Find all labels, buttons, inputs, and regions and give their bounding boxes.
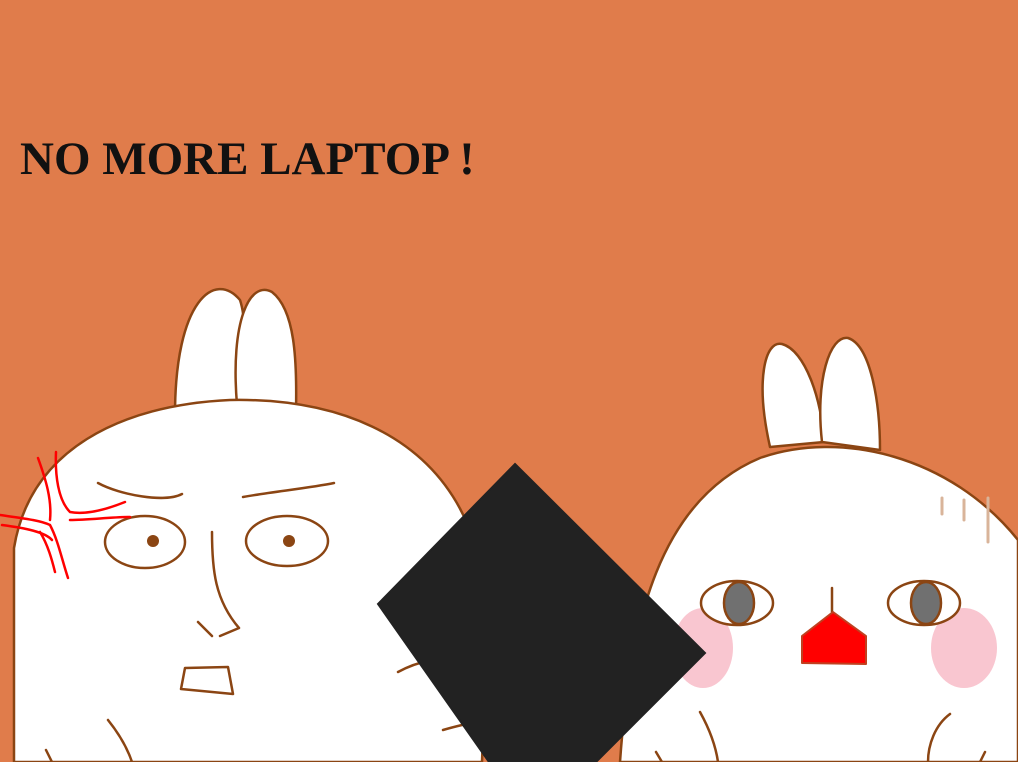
shocked-bunny-left-ear (761, 342, 826, 449)
comic-scene (0, 288, 1018, 762)
shocked-bunny-right-ear (818, 336, 882, 452)
angry-bunny-left-pupil (147, 535, 159, 547)
angry-bunny-right-pupil (283, 535, 295, 547)
shocked-bunny (618, 336, 1018, 762)
angry-bunny-left-ear (173, 288, 246, 417)
shocked-bunny-left-pupil (722, 580, 756, 626)
angry-bunny (12, 288, 487, 762)
shocked-bunny-right-pupil (909, 580, 943, 626)
angry-bunny-right-ear (234, 288, 298, 412)
